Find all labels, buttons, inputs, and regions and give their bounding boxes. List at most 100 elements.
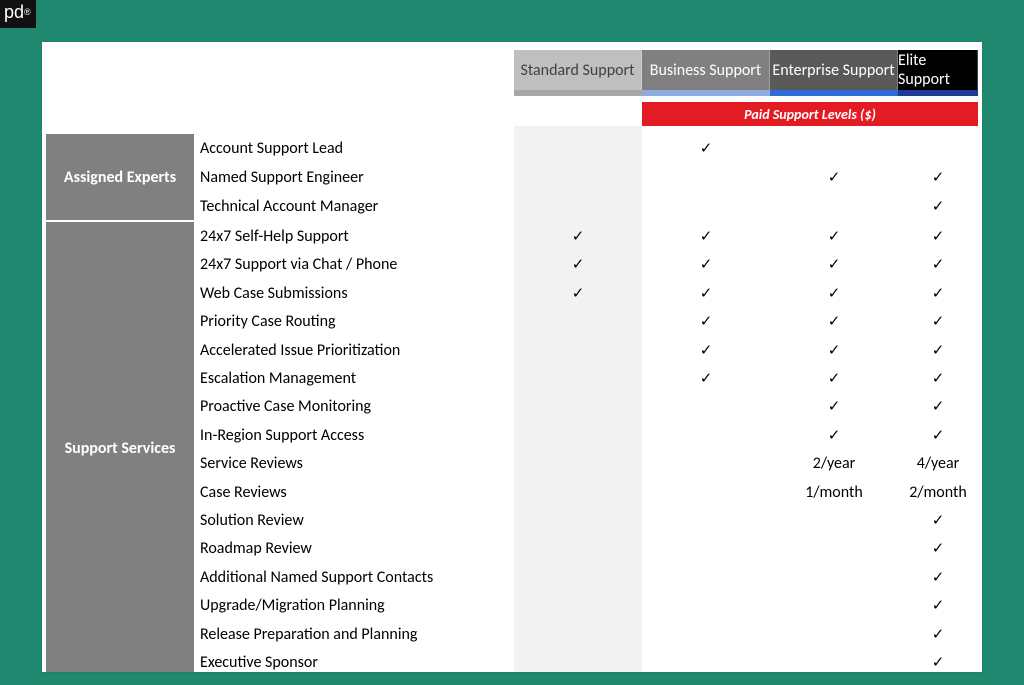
check-icon: ✓ — [932, 654, 945, 671]
cell-elite: ✓ — [898, 197, 978, 216]
feature-label: Service Reviews — [194, 454, 514, 473]
table-row: Priority Case Routing✓✓✓ — [194, 307, 978, 336]
cell-elite: ✓ — [898, 168, 978, 187]
feature-label: Account Support Lead — [194, 139, 514, 158]
sidebar-experts: Assigned Experts — [46, 134, 194, 222]
cell-elite: ✓ — [898, 653, 978, 672]
check-icon: ✓ — [932, 427, 945, 444]
cell-business: ✓ — [642, 139, 770, 158]
cell-enterprise: ✓ — [770, 397, 898, 416]
tier-underline-standard — [514, 90, 642, 96]
check-icon: ✓ — [700, 370, 713, 387]
table-row: Additional Named Support Contacts ✓ — [194, 563, 978, 592]
cell-enterprise: 2/year — [770, 454, 898, 473]
cell-elite: ✓ — [898, 397, 978, 416]
cell-elite: ✓ — [898, 255, 978, 274]
table-row: Upgrade/Migration Planning ✓ — [194, 591, 978, 620]
cell-business: ✓ — [642, 369, 770, 388]
check-icon: ✓ — [932, 228, 945, 245]
cell-elite: ✓ — [898, 511, 978, 530]
check-icon: ✓ — [828, 169, 841, 186]
paid-support-banner: Paid Support Levels ($) — [642, 102, 978, 126]
check-icon: ✓ — [700, 140, 713, 157]
cell-elite: 2/month — [898, 483, 978, 502]
cell-enterprise: ✓ — [770, 341, 898, 360]
table-row: Release Preparation and Planning ✓ — [194, 620, 978, 649]
cell-enterprise: ✓ — [770, 312, 898, 331]
cell-business: ✓ — [642, 284, 770, 303]
feature-label: Release Preparation and Planning — [194, 625, 514, 644]
check-icon: ✓ — [932, 198, 945, 215]
cell-elite: ✓ — [898, 596, 978, 615]
table-row: Service Reviews 2/year4/year — [194, 449, 978, 478]
check-icon: ✓ — [932, 342, 945, 359]
feature-label: Roadmap Review — [194, 539, 514, 558]
cell-enterprise: ✓ — [770, 426, 898, 445]
check-icon: ✓ — [572, 256, 585, 273]
check-icon: ✓ — [700, 256, 713, 273]
table-row: 24x7 Support via Chat / Phone ✓ ✓ ✓ ✓ — [194, 250, 978, 279]
feature-label: Accelerated Issue Prioritization — [194, 341, 514, 360]
check-icon: ✓ — [932, 256, 945, 273]
check-icon: ✓ — [572, 228, 585, 245]
cell-enterprise: 1/month — [770, 483, 898, 502]
check-icon: ✓ — [700, 313, 713, 330]
feature-label: Proactive Case Monitoring — [194, 397, 514, 416]
check-icon: ✓ — [932, 540, 945, 557]
feature-label: Web Case Submissions — [194, 284, 514, 303]
check-icon: ✓ — [828, 256, 841, 273]
tier-underline-enterprise — [770, 90, 898, 96]
check-icon: ✓ — [932, 370, 945, 387]
feature-label: In-Region Support Access — [194, 426, 514, 445]
feature-label: 24x7 Support via Chat / Phone — [194, 255, 514, 274]
cell-business: ✓ — [642, 341, 770, 360]
cell-elite: ✓ — [898, 284, 978, 303]
cell-elite: ✓ — [898, 568, 978, 587]
check-icon: ✓ — [828, 398, 841, 415]
check-icon: ✓ — [828, 313, 841, 330]
check-icon: ✓ — [700, 285, 713, 302]
check-icon: ✓ — [828, 342, 841, 359]
table-row: Solution Review✓ — [194, 506, 978, 535]
tier-underline-elite — [898, 90, 978, 96]
cell-business: ✓ — [642, 312, 770, 331]
cell-enterprise: ✓ — [770, 227, 898, 246]
table-row: Web Case Submissions ✓ ✓ ✓ ✓ — [194, 279, 978, 308]
table-row: Executive Sponsor✓ — [194, 648, 978, 672]
table-row: In-Region Support Access ✓ ✓ — [194, 421, 978, 450]
check-icon: ✓ — [700, 228, 713, 245]
table-row: Account Support Lead ✓ — [194, 134, 978, 163]
sidebar-services: Support Services — [46, 222, 194, 672]
check-icon: ✓ — [828, 285, 841, 302]
cell-elite: ✓ — [898, 369, 978, 388]
check-icon: ✓ — [828, 427, 841, 444]
cell-elite: ✓ — [898, 625, 978, 644]
table-row: 24x7 Self-Help Support ✓ ✓ ✓ ✓ — [194, 222, 978, 251]
cell-elite: 4/year — [898, 454, 978, 473]
check-icon: ✓ — [700, 342, 713, 359]
feature-label: Upgrade/Migration Planning — [194, 596, 514, 615]
tier-header-standard: Standard Support — [514, 50, 642, 90]
check-icon: ✓ — [932, 313, 945, 330]
feature-label: 24x7 Self-Help Support — [194, 227, 514, 246]
cell-elite: ✓ — [898, 227, 978, 246]
cell-elite: ✓ — [898, 312, 978, 331]
brand-logo-text: pd — [4, 2, 24, 22]
check-icon: ✓ — [572, 285, 585, 302]
cell-elite: ✓ — [898, 426, 978, 445]
comparison-card: Standard Support Business Support Enterp… — [42, 42, 982, 672]
matrix-body: Assigned Experts Support Services Accoun… — [46, 134, 978, 672]
cell-business: ✓ — [642, 227, 770, 246]
cell-enterprise: ✓ — [770, 255, 898, 274]
check-icon: ✓ — [932, 569, 945, 586]
cell-enterprise: ✓ — [770, 284, 898, 303]
page-frame: pd® Standard Support Business Support En… — [0, 0, 1024, 685]
feature-label: Additional Named Support Contacts — [194, 568, 514, 587]
check-icon: ✓ — [932, 285, 945, 302]
brand-logo: pd® — [0, 0, 36, 28]
cell-elite: ✓ — [898, 341, 978, 360]
tier-header-enterprise: Enterprise Support — [770, 50, 898, 90]
feature-label: Named Support Engineer — [194, 168, 514, 187]
check-icon: ✓ — [932, 169, 945, 186]
check-icon: ✓ — [828, 228, 841, 245]
